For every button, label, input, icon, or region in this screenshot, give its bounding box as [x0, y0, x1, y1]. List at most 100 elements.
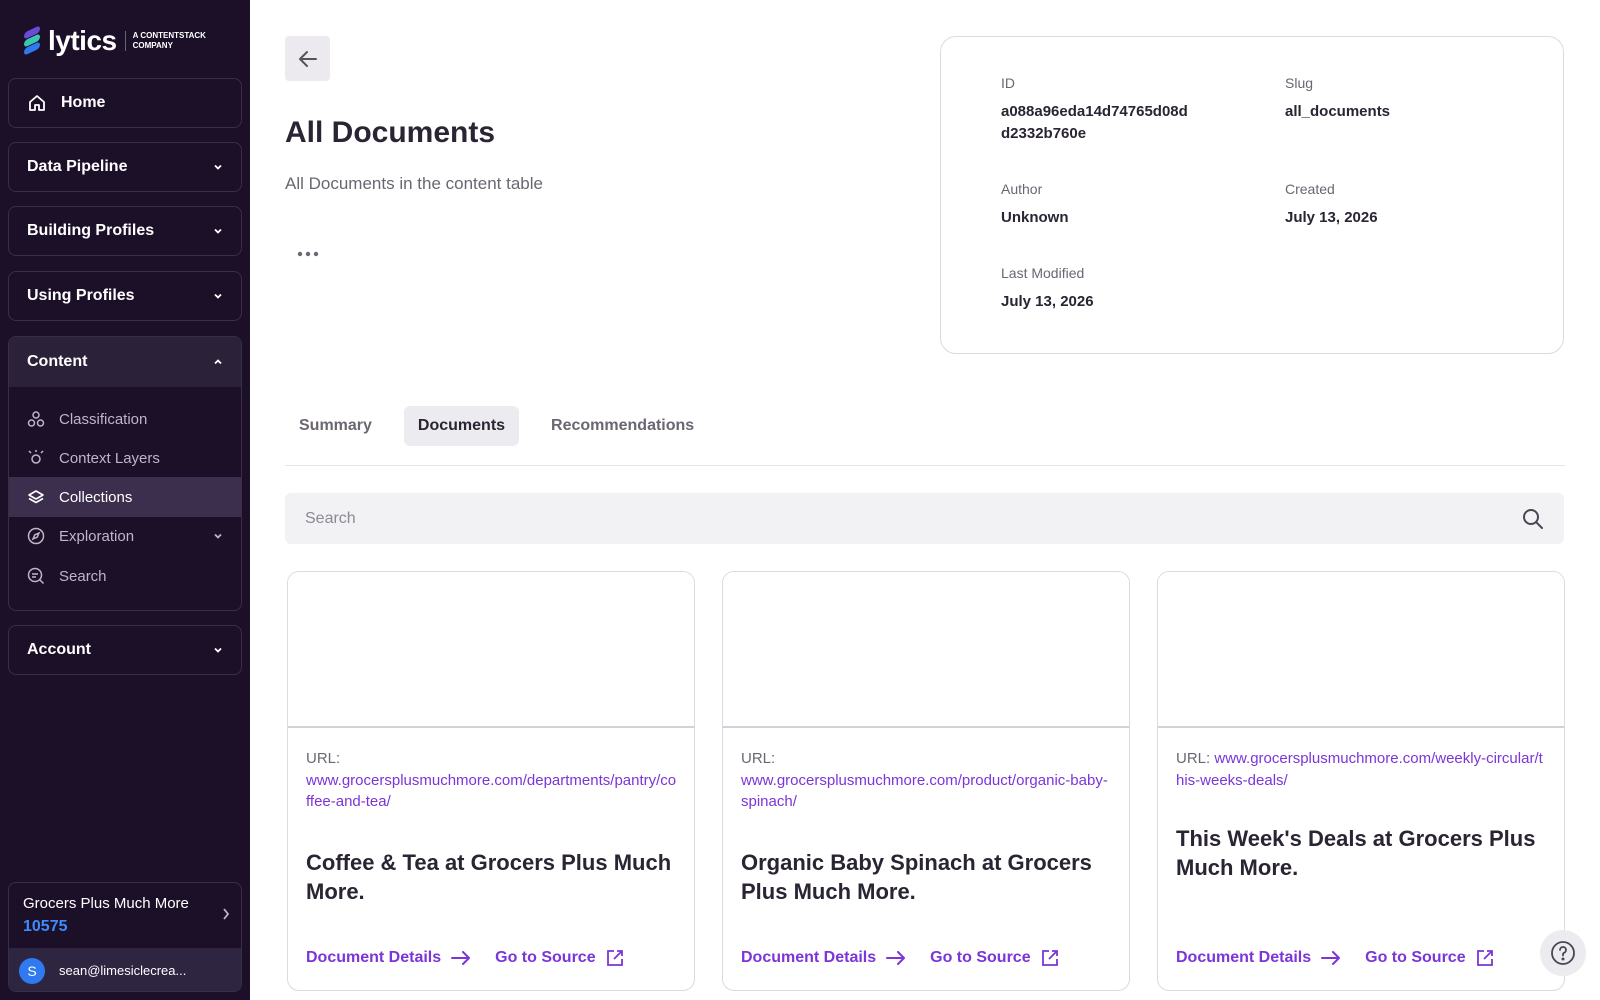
account-switcher[interactable]: Grocers Plus Much More 10575 S sean@lime…: [8, 882, 242, 992]
document-url: URL: www.grocersplusmuchmore.com/product…: [741, 750, 1108, 811]
created-value: July 13, 2026: [1285, 209, 1378, 226]
tab-recommendations[interactable]: Recommendations: [537, 406, 708, 446]
avatar: S: [19, 957, 45, 984]
nav-using-profiles[interactable]: Using Profiles: [8, 271, 242, 321]
go-to-source-link[interactable]: Go to Source: [1365, 949, 1493, 967]
chevron-right-icon: [223, 908, 230, 920]
nav-classification-label: Classification: [59, 410, 148, 428]
logo-separator: [124, 31, 126, 51]
slug-value: all_documents: [1285, 103, 1391, 120]
page-description: All Documents in the content table: [285, 174, 543, 193]
document-title: This Week's Deals at Grocers Plus Much M…: [1176, 826, 1536, 880]
account-name: Grocers Plus Much More: [23, 895, 189, 912]
document-card: URL: www.grocersplusmuchmore.com/departm…: [287, 571, 695, 991]
document-details-link[interactable]: Document Details: [1176, 949, 1341, 967]
arrow-left-icon: [298, 50, 317, 67]
go-to-source-link[interactable]: Go to Source: [930, 949, 1058, 967]
document-thumbnail: [288, 572, 694, 728]
tab-bar: Summary Documents Recommendations: [285, 406, 726, 448]
document-details-link[interactable]: Document Details: [306, 949, 471, 967]
nav-exploration[interactable]: Exploration: [9, 516, 241, 556]
document-title: Coffee & Tea at Grocers Plus Much More.: [306, 850, 672, 904]
nav-context-layers-label: Context Layers: [59, 449, 160, 467]
search-icon: [27, 567, 45, 585]
nav-search-label: Search: [59, 567, 107, 585]
nav-data-pipeline-label: Data Pipeline: [27, 158, 128, 175]
search-bar: [285, 493, 1564, 544]
nav-data-pipeline[interactable]: Data Pipeline: [8, 142, 242, 192]
sidebar: lytics A CONTENTSTACK COMPANY Home Data …: [0, 0, 250, 1000]
document-title: Organic Baby Spinach at Grocers Plus Muc…: [741, 850, 1092, 904]
document-url-link[interactable]: www.grocersplusmuchmore.com/weekly-circu…: [1176, 750, 1543, 789]
nav-collections-label: Collections: [59, 488, 133, 506]
classification-icon: [27, 411, 45, 427]
document-card: URL: www.grocersplusmuchmore.com/weekly-…: [1157, 571, 1565, 991]
document-thumbnail: [723, 572, 1129, 728]
go-to-source-link[interactable]: Go to Source: [495, 949, 623, 967]
nav-building-profiles[interactable]: Building Profiles: [8, 206, 242, 256]
search-icon[interactable]: [1522, 508, 1544, 530]
nav-using-profiles-label: Using Profiles: [27, 287, 135, 304]
chevron-down-icon: [214, 164, 222, 170]
account-id: 10575: [23, 918, 68, 935]
tab-documents[interactable]: Documents: [403, 406, 520, 446]
lytics-logo-mark-icon: [22, 25, 42, 56]
chevron-down-icon: [214, 533, 222, 539]
author-value: Unknown: [1001, 209, 1069, 226]
document-actions: Document Details Go to Source: [306, 949, 624, 967]
help-button[interactable]: [1540, 930, 1586, 976]
divider: [285, 465, 1565, 466]
document-details-link[interactable]: Document Details: [741, 949, 906, 967]
nav-account[interactable]: Account: [8, 625, 242, 675]
document-card: URL: www.grocersplusmuchmore.com/product…: [722, 571, 1130, 991]
last-modified-label: Last Modified: [1001, 265, 1085, 281]
logo-tagline: A CONTENTSTACK COMPANY: [132, 31, 206, 50]
arrow-right-icon: [451, 951, 471, 965]
user-menu[interactable]: S sean@limesiclecrea...: [9, 948, 241, 991]
nav-content-label: Content: [27, 353, 88, 370]
chevron-down-icon: [214, 647, 222, 653]
nav-account-label: Account: [27, 641, 91, 658]
document-url-link[interactable]: www.grocersplusmuchmore.com/product/orga…: [741, 772, 1108, 811]
document-thumbnail: [1158, 572, 1564, 728]
id-value: a088a96eda14d74765d08d d2332b760e: [1001, 103, 1188, 142]
external-link-icon: [1041, 950, 1058, 966]
nav-content-group: Content Classification Context Layers Co…: [8, 336, 242, 611]
tab-summary[interactable]: Summary: [285, 406, 386, 446]
arrow-right-icon: [886, 951, 906, 965]
user-email: sean@limesiclecrea...: [59, 963, 187, 978]
logo-wordmark: lytics: [48, 25, 117, 56]
last-modified-value: July 13, 2026: [1001, 293, 1094, 310]
chevron-down-icon: [214, 228, 222, 234]
created-label: Created: [1285, 181, 1335, 197]
nav-home[interactable]: Home: [8, 78, 242, 128]
more-options-icon[interactable]: [296, 246, 320, 262]
chevron-down-icon: [214, 293, 222, 299]
author-label: Author: [1001, 181, 1043, 197]
chevron-up-icon: [214, 359, 222, 365]
nav-content[interactable]: Content: [9, 337, 241, 387]
nav-building-profiles-label: Building Profiles: [27, 222, 155, 239]
page-title: All Documents: [285, 116, 496, 149]
question-mark-icon: [1551, 941, 1575, 965]
id-label: ID: [1001, 75, 1015, 91]
document-url-link[interactable]: www.grocersplusmuchmore.com/departments/…: [306, 772, 676, 811]
document-url: URL: www.grocersplusmuchmore.com/weekly-…: [1176, 750, 1543, 789]
external-link-icon: [1476, 950, 1493, 966]
nav-classification[interactable]: Classification: [9, 399, 241, 439]
external-link-icon: [606, 950, 623, 966]
back-button[interactable]: [285, 36, 330, 81]
nav-context-layers[interactable]: Context Layers: [9, 438, 241, 478]
lytics-logo[interactable]: lytics A CONTENTSTACK COMPANY: [22, 24, 206, 58]
collection-metadata-card: ID a088a96eda14d74765d08d d2332b760e Slu…: [940, 36, 1564, 354]
nav-home-label: Home: [61, 94, 106, 111]
nav-exploration-label: Exploration: [59, 527, 135, 545]
nav-search[interactable]: Search: [9, 556, 241, 596]
arrow-right-icon: [1321, 951, 1341, 965]
home-icon: [29, 95, 45, 111]
collections-icon: [28, 490, 44, 504]
document-url: URL: www.grocersplusmuchmore.com/departm…: [306, 750, 677, 811]
document-actions: Document Details Go to Source: [741, 949, 1059, 967]
nav-collections[interactable]: Collections: [9, 477, 241, 517]
search-input[interactable]: [305, 509, 1522, 528]
